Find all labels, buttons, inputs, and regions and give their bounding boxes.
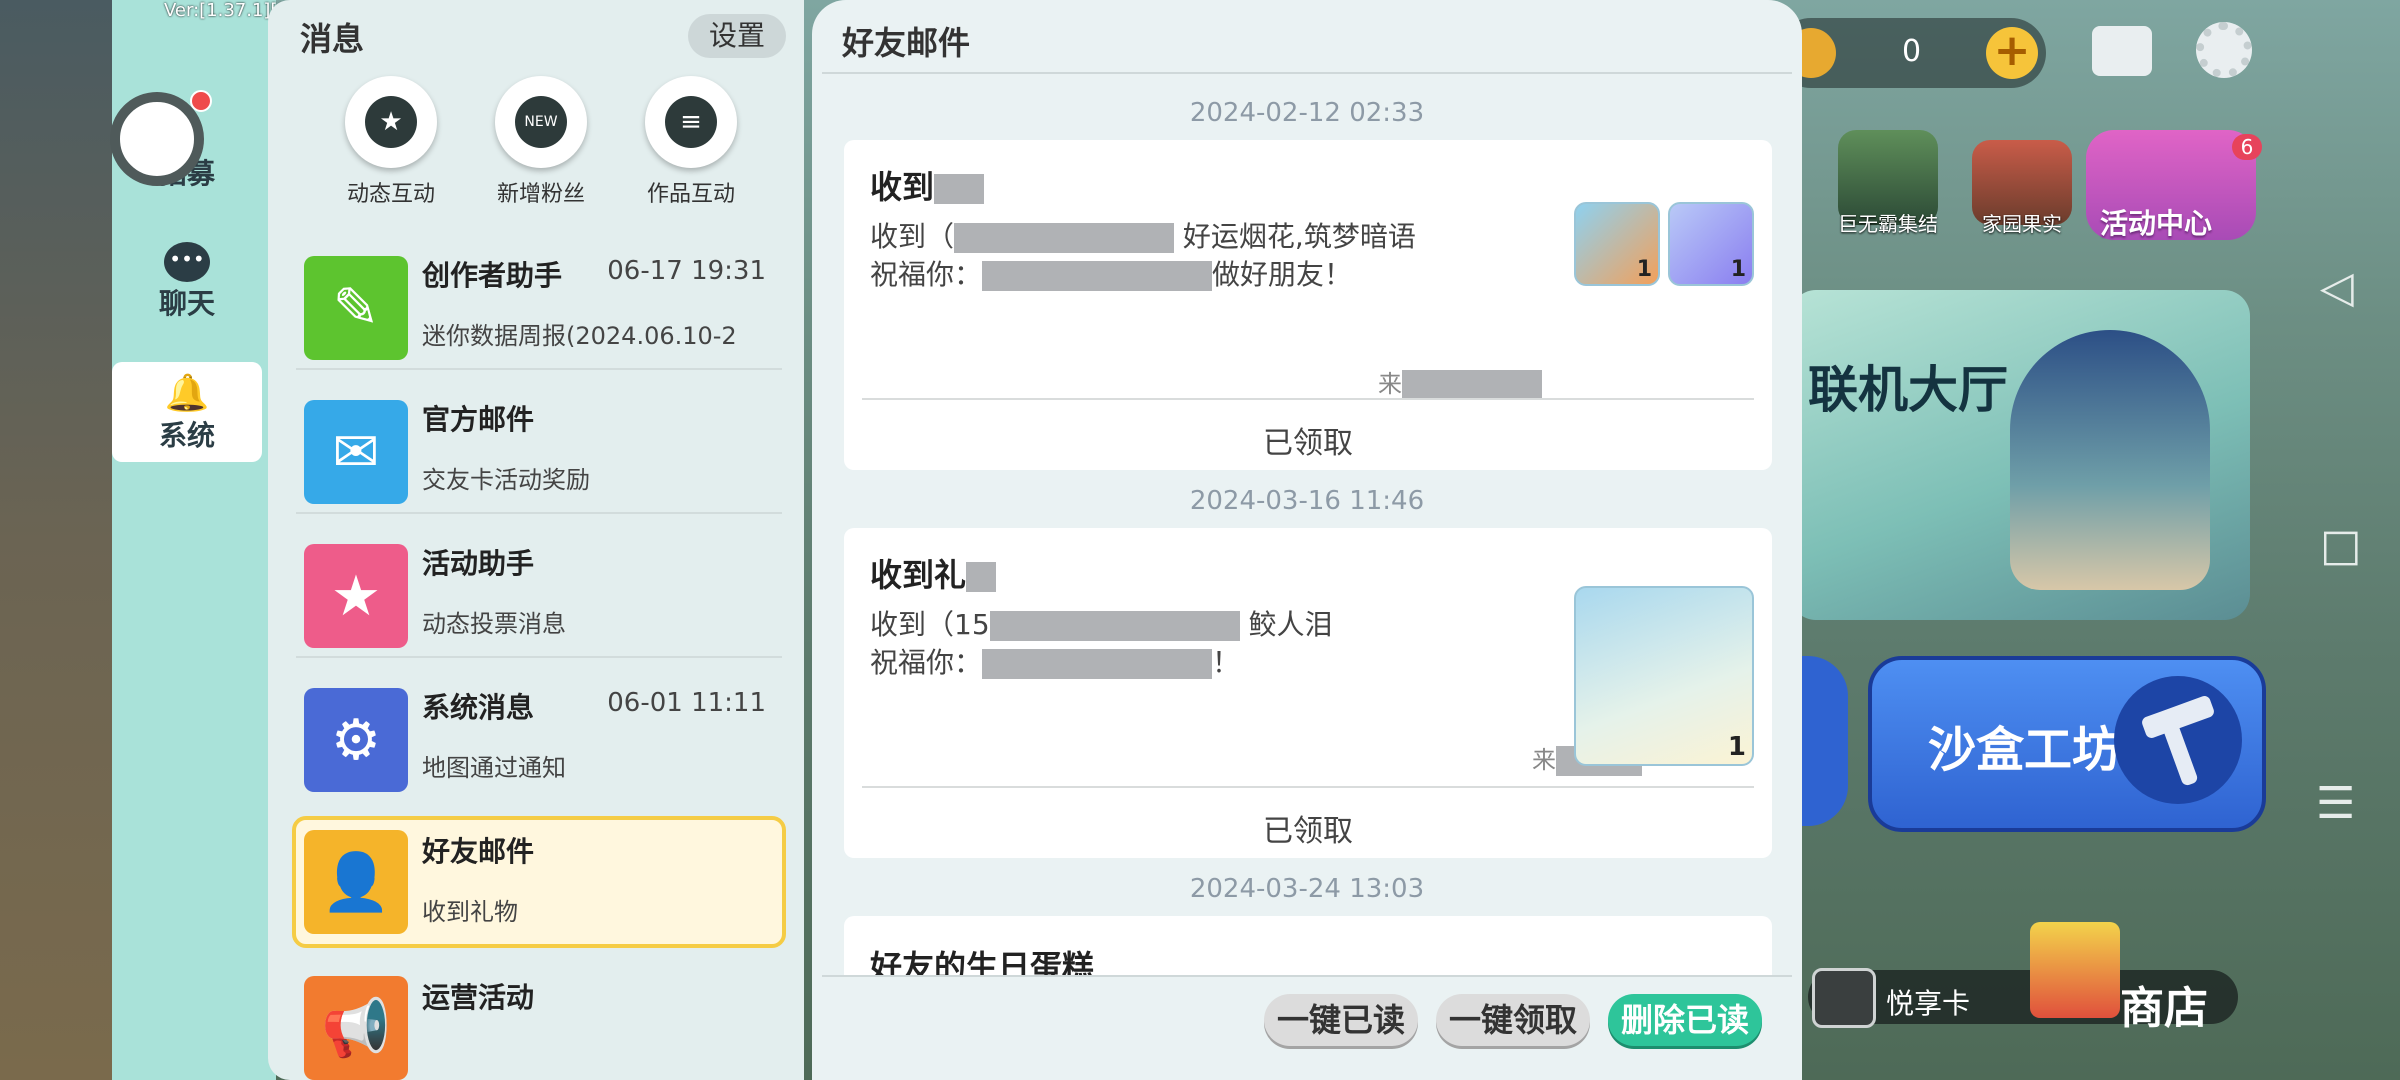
list-item-subtitle: 迷你数据周报(2024.06.10-2 [422,322,737,350]
delete-read-button[interactable]: 删除已读 [1608,994,1762,1046]
lobby-label: 联机大厅 [1808,361,2008,419]
detail-divider [822,72,1792,74]
claim-status: 已领取 [1263,814,1353,849]
quick-new-followers-label: 新增粉丝 [496,182,585,207]
sandbox-workshop-label: 沙盒工坊 [1928,722,2121,778]
coin-value: 0 [1902,34,1922,69]
claim-status: 已领取 [1263,426,1353,461]
star-bubble-icon: ★ [345,76,437,168]
add-coin-button[interactable]: + [1986,27,2038,79]
person-mail-icon: 👤 [304,830,408,934]
quick-new-followers[interactable]: NEW 新增粉丝 [466,76,616,208]
hammer-icon [2114,676,2242,804]
detail-title: 好友邮件 [842,24,971,62]
tab-system[interactable]: 🔔 系统 [112,362,262,462]
quick-dynamic-interaction[interactable]: ★ 动态互动 [316,76,466,208]
activity-badge: 6 [2232,134,2262,160]
mail-card[interactable]: 好友的生日蛋糕 [844,916,1772,976]
card-icon [1812,968,1876,1028]
list-item-creator-assistant[interactable]: ✎ 创作者助手 06-17 19:31 迷你数据周报(2024.06.10-2 [296,240,782,370]
tile-home-fruit-label: 家园果实 [1982,212,2062,236]
settings-button[interactable]: 设置 [688,14,786,58]
nav-menu-icon[interactable]: ☰ [2316,778,2355,829]
list-item-operations-activity[interactable]: 📢 运营活动 [296,960,782,1080]
bell-icon: 🔔 [164,373,210,414]
mail-date: 2024-02-12 02:33 [1189,98,1425,128]
gear-icon[interactable] [2196,22,2252,78]
list-item-title: 官方邮件 [422,403,535,436]
list-item-title: 系统消息 [422,691,535,724]
list-item-title: 创作者助手 [422,259,563,292]
quick-work-interaction[interactable]: ≡ 作品互动 [616,76,766,208]
floating-assist-button[interactable] [110,92,204,186]
claim-all-button[interactable]: 一键领取 [1436,994,1590,1046]
vip-card-label[interactable]: 悦享卡 [1886,982,1970,1022]
message-panel-title: 消息 [300,20,365,58]
shop-label[interactable]: 商店 [2120,972,2208,1036]
mail-sender: 来 [1378,364,1542,400]
mail-card[interactable]: 收到 收到（ 好运烟花,筑梦暗语 祝福你： 做好朋友！ 来 1 1 已领取 [844,140,1772,470]
mail-body: 收到（ 好运烟花,筑梦暗语 祝福你： 做好朋友！ [870,220,1416,291]
list-item-time: 06-01 11:11 [607,688,766,718]
activity-center-button[interactable]: 活动中心 [2086,130,2256,240]
side-button-partial[interactable] [1802,656,1848,826]
quick-work-interaction-label: 作品互动 [646,182,735,207]
list-item-title: 活动助手 [422,547,535,580]
tab-system-label: 系统 [158,419,215,452]
mail-title: 收到 [870,162,985,208]
list-item-official-mail[interactable]: ✉ 官方邮件 交友卡活动奖励 [296,384,782,514]
mail-title: 好友的生日蛋糕 [870,948,1095,976]
list-item-subtitle: 交友卡活动奖励 [422,466,590,494]
list-item-title: 好友邮件 [422,835,535,868]
megaphone-icon: 📢 [304,976,408,1080]
cog-icon: ⚙ [304,688,408,792]
mail-title: 收到礼 [870,550,997,596]
quick-dynamic-interaction-label: 动态互动 [346,182,435,207]
nav-back-icon[interactable]: ◁ [2320,262,2354,313]
gift-firework-icon[interactable]: 1 [1574,202,1660,286]
mail-date: 2024-03-16 11:46 [1189,486,1425,516]
bookmark-star-icon: ★ [304,544,408,648]
mail-icon[interactable] [2092,26,2152,76]
list-item-subtitle: 收到礼物 [422,898,518,926]
character-illustration [2010,330,2210,590]
mail-date: 2024-03-24 13:03 [1189,874,1425,904]
tile-giant-gather-label: 巨无霸集结 [1838,212,1938,236]
list-item-time: 06-17 19:31 [607,256,766,286]
envelope-icon: ✉ [304,400,408,504]
notification-dot [190,90,212,112]
tab-chat-label: 聊天 [158,287,215,320]
gift-crystal-icon[interactable]: 1 [1668,202,1754,286]
chat-bubble-icon: ••• [164,242,210,282]
list-document-icon: ≡ [645,76,737,168]
game-background-left [0,0,115,1080]
list-item-title: 运营活动 [422,981,535,1014]
list-item-activity-assistant[interactable]: ★ 活动助手 动态投票消息 [296,528,782,658]
coin-counter: 0 + [1776,18,2046,88]
ruler-pencil-icon: ✎ [304,256,408,360]
gift-mermaid-tear-icon[interactable]: 1 [1574,586,1754,766]
lobby-banner[interactable] [1790,290,2250,620]
mail-card[interactable]: 收到礼 收到（15 鲛人泪 祝福你：！ 来 1 已领取 [844,528,1772,858]
list-item-subtitle: 动态投票消息 [422,610,566,638]
mail-body: 收到（15 鲛人泪 祝福你：！ [870,608,1333,679]
bottom-divider [822,975,1792,977]
mark-all-read-button[interactable]: 一键已读 [1264,994,1418,1046]
tab-chat[interactable]: ••• 聊天 [112,236,262,336]
list-item-friend-mail[interactable]: 👤 好友邮件 收到礼物 [292,816,786,948]
list-item-subtitle: 地图通过通知 [422,754,566,782]
list-item-system-message[interactable]: ⚙ 系统消息 06-01 11:11 地图通过通知 [296,672,782,802]
nav-home-icon[interactable]: □ [2320,520,2362,571]
activity-center-label: 活动中心 [2100,207,2213,240]
cart-icon [2030,922,2120,1018]
new-follower-icon: NEW [495,76,587,168]
